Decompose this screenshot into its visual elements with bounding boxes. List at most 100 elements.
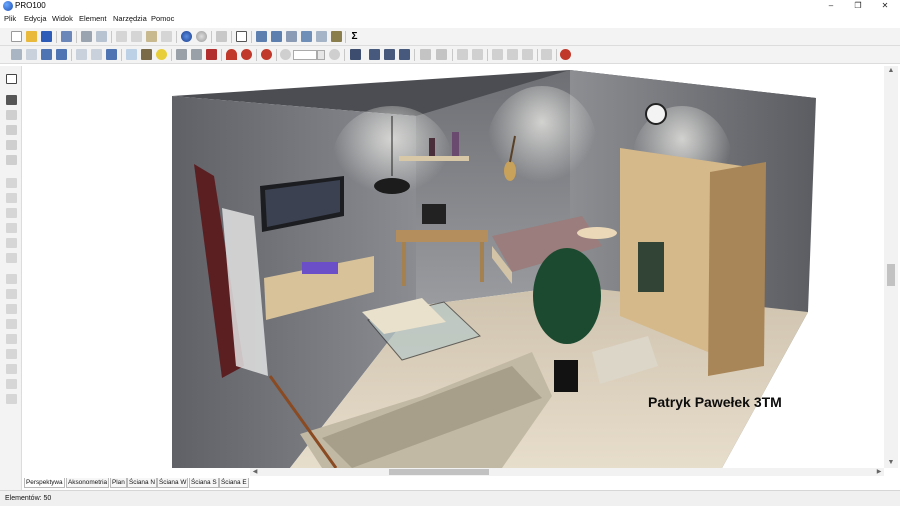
tool-icon[interactable] [6,125,17,135]
zoom-dropdown[interactable] [317,50,325,60]
view-bottom-icon[interactable] [331,31,342,42]
menu-widok[interactable]: Widok [52,12,73,26]
cube-blue-icon[interactable] [41,49,52,60]
tool-icon[interactable] [6,223,17,233]
tool-icon[interactable] [6,319,17,329]
move-up-icon[interactable] [457,49,468,60]
save-icon[interactable] [41,31,52,42]
zoom-fit-icon[interactable] [329,49,340,60]
snap-icon[interactable] [176,49,187,60]
tool-icon[interactable] [6,155,17,165]
tool-icon[interactable] [6,110,17,120]
tool-icon[interactable] [6,304,17,314]
align-up-icon[interactable] [369,49,380,60]
tab-sciana-e[interactable]: Ściana E [219,478,249,488]
zoom-icon[interactable] [280,49,291,60]
scroll-up-icon[interactable]: ▲ [884,66,898,76]
horizontal-scrollbar[interactable]: ◀ ▶ [250,468,884,476]
view-right-icon[interactable] [301,31,312,42]
delete-icon[interactable] [161,31,172,42]
close-button[interactable]: ✕ [872,0,898,12]
undo-icon[interactable] [216,31,227,42]
properties-icon[interactable] [236,31,247,42]
layers-icon[interactable] [6,95,17,105]
tool-icon[interactable] [6,349,17,359]
new-file-icon[interactable] [11,31,22,42]
mirror-icon[interactable] [522,49,533,60]
horizontal-scroll-thumb[interactable] [389,469,489,475]
tool-icon[interactable] [6,334,17,344]
distribute-h-icon[interactable] [420,49,431,60]
menu-edycja[interactable]: Edycja [24,12,47,26]
view-left-icon[interactable] [286,31,297,42]
arrange-icon[interactable] [350,49,361,60]
box-icon[interactable] [26,49,37,60]
3d-viewport[interactable]: Patryk Pawełek 3TM [22,66,884,468]
tool-icon[interactable] [6,208,17,218]
restore-button[interactable]: ❐ [845,0,871,12]
magnet-icon[interactable] [226,49,237,60]
tab-perspektywa[interactable]: Perspektywa [24,478,65,488]
tool-icon[interactable] [6,253,17,263]
view-back-icon[interactable] [271,31,282,42]
view-front-icon[interactable] [256,31,267,42]
stop-icon[interactable] [261,49,272,60]
tool-icon[interactable] [6,289,17,299]
select-arrow-icon[interactable] [6,74,17,84]
wire-back-icon[interactable] [91,49,102,60]
material-icon[interactable] [141,49,152,60]
cut-icon[interactable] [116,31,127,42]
move-down-icon[interactable] [472,49,483,60]
grid-select-icon[interactable] [11,49,22,60]
collision-icon[interactable] [241,49,252,60]
open-folder-icon[interactable] [26,31,37,42]
cube-solid-icon[interactable] [56,49,67,60]
menu-plik[interactable]: Plik [4,12,16,26]
copy-icon[interactable] [131,31,142,42]
tool-icon[interactable] [6,274,17,284]
vertical-scroll-thumb[interactable] [887,264,895,286]
tool-icon[interactable] [6,364,17,374]
texture-icon[interactable] [126,49,137,60]
globe-icon[interactable] [196,31,207,42]
tab-aksonometria[interactable]: Aksonometria [66,478,110,488]
print-icon[interactable] [81,31,92,42]
menu-element[interactable]: Element [79,12,107,26]
menu-pomoc[interactable]: Pomoc [151,12,174,26]
menu-narzedzia[interactable]: Narzędzia [113,12,147,26]
rotate-icon[interactable] [492,49,503,60]
tool-icon[interactable] [6,238,17,248]
tab-sciana-w[interactable]: Ściana W [157,478,189,488]
zoom-input[interactable] [293,50,317,60]
tool-icon[interactable] [6,379,17,389]
paste-icon[interactable] [146,31,157,42]
grid-icon[interactable] [206,49,217,60]
join-icon[interactable] [541,49,552,60]
no-entry-icon[interactable] [560,49,571,60]
distribute-v-icon[interactable] [436,49,447,60]
shade-icon[interactable] [106,49,117,60]
tool-icon[interactable] [6,394,17,404]
save-as-icon[interactable] [61,31,72,42]
tool-icon[interactable] [6,193,17,203]
sum-icon[interactable]: Σ [349,31,360,42]
move-icon[interactable] [507,49,518,60]
scroll-left-icon[interactable]: ◀ [250,468,260,476]
scroll-down-icon[interactable]: ▼ [884,458,898,468]
wire-front-icon[interactable] [76,49,87,60]
scroll-right-icon[interactable]: ▶ [874,468,884,476]
vertical-scrollbar[interactable]: ▲ ▼ [884,66,898,468]
render-sphere-icon[interactable] [181,31,192,42]
print-preview-icon[interactable] [96,31,107,42]
measure-icon[interactable] [191,49,202,60]
tool-icon[interactable] [6,140,17,150]
tab-sciana-n[interactable]: Ściana N [127,478,157,488]
light-bulb-icon[interactable] [156,49,167,60]
view-top-icon[interactable] [316,31,327,42]
flip-icon[interactable] [399,49,410,60]
tab-sciana-s[interactable]: Ściana S [189,478,219,488]
tool-icon[interactable] [6,178,17,188]
tab-plan[interactable]: Plan [110,478,127,488]
align-down-icon[interactable] [384,49,395,60]
minimize-button[interactable]: – [818,0,844,12]
